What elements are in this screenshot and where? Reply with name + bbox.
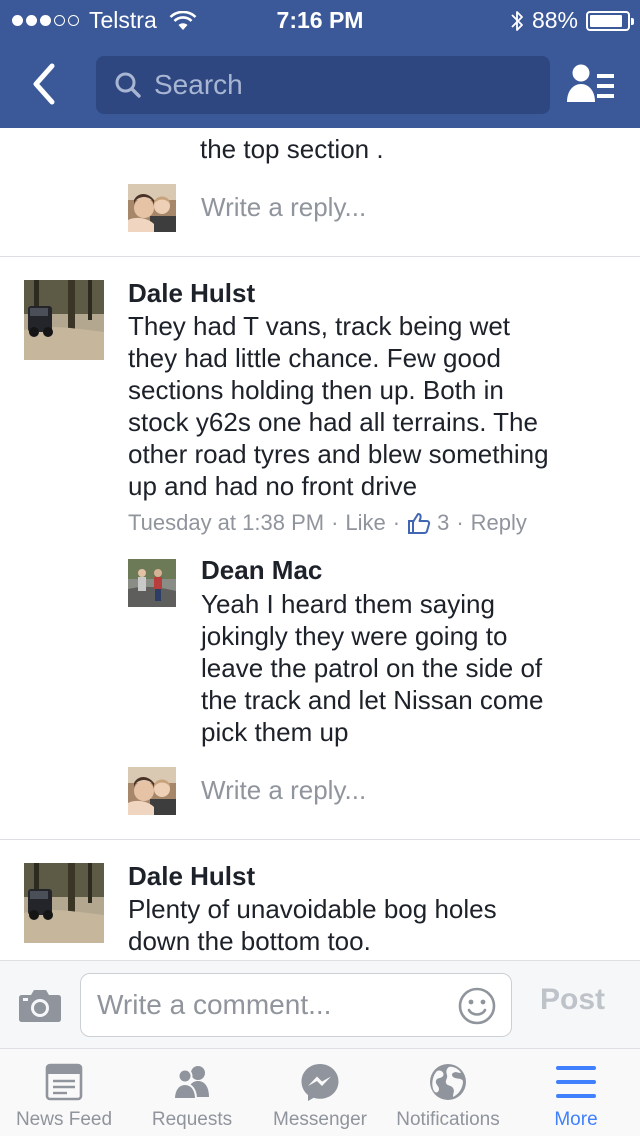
search-bar[interactable] bbox=[96, 56, 550, 114]
thumbs-up-icon bbox=[408, 513, 431, 534]
search-input[interactable] bbox=[154, 69, 534, 101]
comment-meta: Tuesday at 1:38 PM · Like · 3 · Reply bbox=[128, 510, 527, 536]
emoji-smiley-icon bbox=[458, 987, 496, 1025]
avatar[interactable] bbox=[128, 767, 176, 815]
tab-messenger[interactable]: Messenger bbox=[256, 1049, 384, 1136]
friend-list-icon bbox=[567, 64, 614, 102]
comment-author[interactable]: Dale Hulst bbox=[128, 861, 255, 892]
reply-author[interactable]: Dean Mac bbox=[201, 555, 322, 586]
friend-list-button[interactable] bbox=[566, 62, 618, 108]
battery-icon bbox=[586, 10, 634, 31]
comment-feed[interactable]: the top section . Write a reply... Dale … bbox=[0, 128, 640, 960]
comment-line: down the bottom too. bbox=[128, 926, 371, 956]
camera-button[interactable] bbox=[18, 987, 62, 1023]
reply-line: leave the patrol on the side of bbox=[201, 653, 543, 683]
search-icon bbox=[115, 72, 141, 98]
back-button[interactable] bbox=[24, 60, 64, 108]
reply-line: pick them up bbox=[201, 717, 349, 747]
comment-line: They had T vans, track being wet bbox=[128, 311, 511, 341]
tab-more[interactable]: More bbox=[512, 1049, 640, 1136]
comment-line: Plenty of unavoidable bog holes bbox=[128, 894, 497, 924]
camera-icon bbox=[19, 990, 61, 1022]
comment-author[interactable]: Dale Hulst bbox=[128, 278, 255, 309]
bluetooth-icon bbox=[511, 10, 523, 31]
post-button[interactable]: Post bbox=[540, 983, 605, 1017]
comment-line: other road tyres and blew something bbox=[128, 439, 549, 469]
bottom-tab-bar: News Feed Requests Messenger Notificatio… bbox=[0, 1048, 640, 1136]
status-bar: Telstra 7:16 PM 88% bbox=[0, 0, 640, 40]
user-avatar-photo bbox=[24, 863, 104, 943]
user-avatar-photo bbox=[24, 280, 104, 360]
tab-requests[interactable]: Requests bbox=[128, 1049, 256, 1136]
user-avatar-photo bbox=[128, 767, 176, 815]
friend-requests-icon bbox=[172, 1066, 209, 1100]
avatar[interactable] bbox=[128, 559, 176, 607]
comment-composer: Post bbox=[0, 960, 640, 1048]
divider bbox=[0, 839, 640, 840]
avatar[interactable] bbox=[24, 863, 104, 943]
reply-button[interactable]: Reply bbox=[471, 510, 527, 536]
tab-label: Messenger bbox=[273, 1109, 367, 1130]
comment-box[interactable] bbox=[80, 973, 512, 1037]
battery-percent: 88% bbox=[531, 7, 578, 33]
tab-label: News Feed bbox=[15, 1109, 113, 1130]
reply-line: Yeah I heard them saying bbox=[201, 589, 495, 619]
avatar[interactable] bbox=[24, 280, 104, 360]
tab-news-feed[interactable]: News Feed bbox=[0, 1049, 128, 1136]
comment-input[interactable] bbox=[97, 988, 447, 1022]
reply-line: the track and let Nissan come bbox=[201, 685, 544, 715]
messenger-icon bbox=[301, 1064, 339, 1101]
user-avatar-photo bbox=[128, 559, 176, 607]
comment-body: They had T vans, track being wet they ha… bbox=[128, 310, 549, 502]
comment-line: stock y62s one had all terrains. The bbox=[128, 407, 538, 437]
news-feed-icon bbox=[45, 1063, 83, 1101]
top-navigation-bar: Telstra 7:16 PM 88% bbox=[0, 0, 640, 128]
divider bbox=[0, 256, 640, 257]
comment-body: Plenty of unavoidable bog holes down the… bbox=[128, 893, 497, 957]
like-count[interactable]: 3 bbox=[437, 510, 449, 536]
tab-label: Requests bbox=[151, 1109, 233, 1130]
hamburger-menu-icon bbox=[556, 1066, 596, 1098]
chevron-left-icon bbox=[33, 63, 55, 105]
avatar[interactable] bbox=[128, 184, 176, 232]
partial-reply-text: the top section . bbox=[200, 134, 384, 164]
like-button[interactable]: Like bbox=[345, 510, 385, 536]
comment-timestamp[interactable]: Tuesday at 1:38 PM bbox=[128, 510, 324, 536]
comment-line: up and had no front drive bbox=[128, 471, 418, 501]
tab-notifications[interactable]: Notifications bbox=[384, 1049, 512, 1136]
comment-line: they had little chance. Few good bbox=[128, 343, 501, 373]
write-reply-link[interactable]: Write a reply... bbox=[201, 775, 366, 806]
write-reply-link[interactable]: Write a reply... bbox=[201, 192, 366, 223]
reply-line: jokingly they were going to bbox=[201, 621, 508, 651]
comment-line: sections holding then up. Both in bbox=[128, 375, 504, 405]
reply-body: Yeah I heard them saying jokingly they w… bbox=[201, 588, 544, 748]
globe-icon bbox=[430, 1064, 466, 1100]
tab-label: More bbox=[554, 1109, 598, 1130]
battery-level bbox=[590, 14, 622, 27]
tab-label: Notifications bbox=[396, 1109, 500, 1130]
emoji-button[interactable] bbox=[457, 986, 497, 1026]
user-avatar-photo bbox=[128, 184, 176, 232]
